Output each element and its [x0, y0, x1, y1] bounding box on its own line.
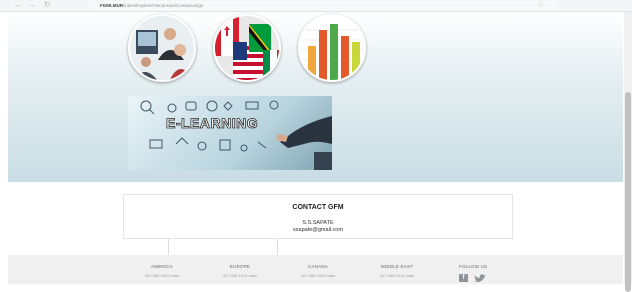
forward-icon[interactable]: →	[28, 0, 36, 10]
region-name: CANADA	[308, 264, 328, 269]
region-phone: 417-390-1003 main	[144, 273, 180, 278]
hero-section: E-LEARNING	[8, 12, 623, 182]
region-name: AMERICA	[151, 264, 173, 269]
footer: AMERICA 417-390-1003 main EUROPE 417-390…	[8, 255, 623, 284]
region-phone: 417-390-1014 main	[379, 273, 415, 278]
people-meeting-illustration	[130, 16, 194, 80]
browser-toolbar: ← → ↻ FGMLMUR/index/Explorer/Vacancies/C…	[0, 0, 632, 12]
region-name: MIDDLE EAST	[380, 264, 414, 269]
flags-illustration	[215, 16, 279, 80]
e-learning-banner: E-LEARNING	[128, 96, 332, 170]
banner-title: E-LEARNING	[166, 115, 259, 132]
contact-card: CONTACT GFM S.S.SAPATE ssapate@gmail.com	[123, 194, 513, 239]
facebook-icon[interactable]: f	[459, 274, 468, 282]
address-bar-text: FGMLMUR/index/Explorer/Vacancies/Contact…	[100, 1, 203, 10]
back-icon[interactable]: ←	[14, 0, 22, 10]
contact-email[interactable]: ssapate@gmail.com	[124, 227, 512, 233]
footer-region-america: AMERICA 417-390-1003 main	[127, 264, 197, 278]
e-learning-banner-graphic	[140, 100, 332, 170]
footer-region-canada: CANADA 417-390-1003 main	[283, 264, 353, 278]
bar-chart-image	[298, 14, 366, 82]
url-host: FGMLMUR	[100, 3, 123, 8]
people-meeting-image	[128, 14, 196, 82]
region-phone: 417-390-1003 main	[300, 273, 336, 278]
region-phone: 417-390-1014 main	[222, 273, 258, 278]
address-bar[interactable]: FGMLMUR/index/Explorer/Vacancies/Contact…	[88, 1, 558, 10]
bookmark-star-icon[interactable]: ☆	[538, 1, 544, 10]
bar-chart-illustration	[300, 16, 364, 80]
flags-image	[213, 14, 281, 82]
scrollbar-thumb[interactable]	[625, 92, 631, 292]
twitter-icon[interactable]	[474, 274, 486, 283]
follow-us: FOLLOW US	[459, 264, 519, 269]
contact-name: S.S.SAPATE	[302, 220, 334, 226]
footer-region-middle-east: MIDDLE EAST 417-390-1014 main	[362, 264, 432, 278]
reload-icon[interactable]: ↻	[44, 0, 51, 10]
region-name: EUROPE	[229, 264, 251, 269]
url-path: /index/Explorer/Vacancies/ContactUs/gs	[123, 3, 203, 8]
contact-title: CONTACT GFM	[292, 204, 344, 211]
follow-us-label: FOLLOW US	[459, 264, 488, 269]
vertical-scrollbar[interactable]	[624, 12, 632, 292]
footer-region-europe: EUROPE 417-390-1014 main	[205, 264, 275, 278]
